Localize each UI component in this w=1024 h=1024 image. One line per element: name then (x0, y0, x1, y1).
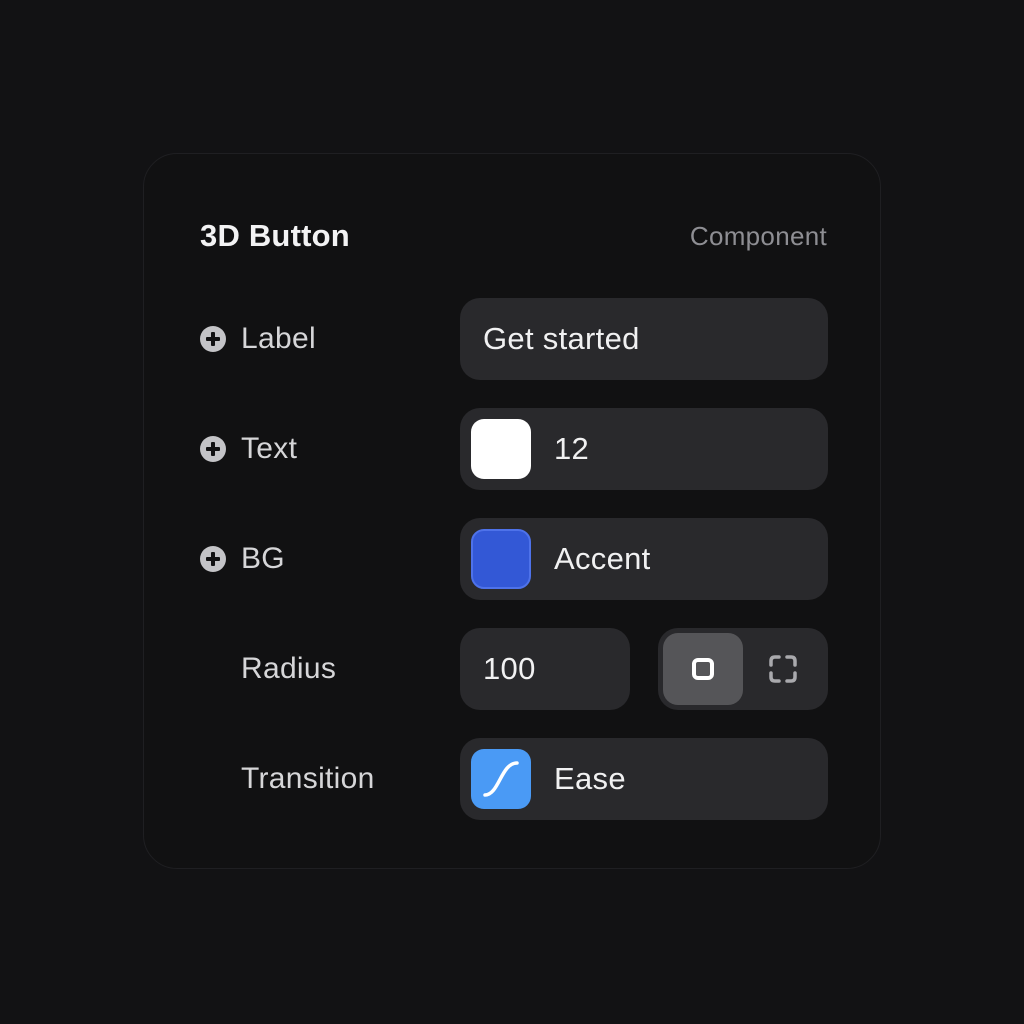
label-text-input[interactable]: Get started (460, 298, 828, 380)
plus-circle-icon[interactable] (200, 546, 226, 572)
uniform-corners-icon (692, 658, 714, 680)
radius-mode-toggle (658, 628, 828, 710)
panel-type-label: Component (689, 220, 827, 251)
text-color-swatch[interactable] (471, 419, 531, 479)
property-name: Transition (241, 762, 375, 795)
plus-circle-icon[interactable] (200, 436, 226, 462)
property-row-transition: Transition Ease (200, 738, 828, 820)
property-name: Text (241, 432, 298, 465)
property-label-text: Text (200, 408, 297, 490)
panel-header: 3D Button Component (200, 216, 827, 256)
property-label-transition: Transition (200, 738, 375, 820)
property-row-bg: BG Accent (200, 518, 828, 600)
easing-swatch[interactable] (471, 749, 531, 809)
radius-input[interactable]: 100 (460, 628, 630, 710)
transition-field[interactable]: Ease (460, 738, 828, 820)
uniform-radius-button[interactable] (663, 633, 743, 705)
property-row-text: Text 12 (200, 408, 828, 490)
property-label-label: Label (200, 298, 316, 380)
property-name: BG (241, 542, 285, 575)
individual-radius-button[interactable] (743, 633, 823, 705)
property-name: Radius (241, 652, 337, 685)
transition-value: Ease (554, 761, 626, 796)
individual-corners-icon (769, 655, 797, 683)
component-panel: 3D Button Component Label Get started Te… (143, 153, 881, 869)
plus-circle-icon[interactable] (200, 326, 226, 352)
property-row-radius: Radius 100 (200, 628, 828, 710)
ease-curve-icon (483, 761, 519, 797)
text-size-field[interactable]: 12 (460, 408, 828, 490)
background-color-field[interactable]: Accent (460, 518, 828, 600)
text-size-value: 12 (554, 431, 590, 466)
property-label-radius: Radius (200, 628, 336, 710)
property-row-label: Label Get started (200, 298, 828, 380)
property-label-bg: BG (200, 518, 285, 600)
panel-title: 3D Button (200, 218, 350, 253)
bg-color-value: Accent (554, 541, 651, 576)
bg-color-swatch[interactable] (471, 529, 531, 589)
property-name: Label (241, 322, 316, 355)
